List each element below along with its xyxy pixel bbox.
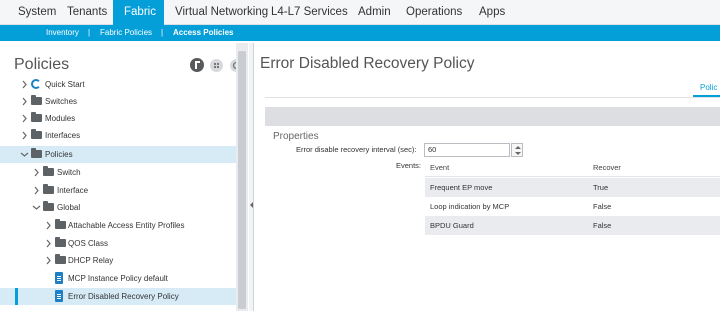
- folder-icon: [43, 201, 54, 211]
- subnav-separator: |: [88, 28, 91, 37]
- chevron-up-icon[interactable]: [515, 146, 521, 149]
- tree-item-label: Policies: [45, 150, 73, 159]
- recover-cell: False: [593, 221, 612, 230]
- tree-item-switches[interactable]: Switches: [0, 93, 236, 110]
- pane-splitter[interactable]: [249, 43, 254, 311]
- tree-item-global[interactable]: Global: [0, 199, 236, 216]
- quick-start-icon: [31, 79, 41, 89]
- tab-policy[interactable]: Polic: [700, 83, 717, 92]
- folder-icon: [55, 237, 66, 247]
- folder-icon: [43, 166, 54, 176]
- folder-icon: [31, 129, 42, 139]
- top-navigation-bar: System Tenants Fabric Virtual Networking…: [0, 0, 720, 26]
- chevron-right-icon[interactable]: [45, 221, 52, 230]
- nav-tab-virtual-networking[interactable]: Virtual Networking: [175, 0, 268, 25]
- folder-icon: [31, 148, 42, 158]
- tree-item-label: Modules: [45, 114, 76, 123]
- chevron-right-icon[interactable]: [21, 114, 28, 123]
- toolbar-strip: [265, 107, 720, 126]
- tree-item-label: Switches: [45, 97, 78, 106]
- nav-tab-admin[interactable]: Admin: [358, 0, 391, 25]
- nav-tab-tenants[interactable]: Tenants: [67, 0, 107, 25]
- chevron-right-icon[interactable]: [45, 256, 52, 265]
- tree-item-error-disabled-recovery-policy[interactable]: Error Disabled Recovery Policy: [0, 288, 236, 305]
- tree-item-policies[interactable]: Policies: [0, 146, 236, 163]
- table-row[interactable]: BPDU Guard False: [425, 216, 720, 235]
- event-cell: Frequent EP move: [430, 183, 493, 192]
- column-header-recover[interactable]: Recover: [593, 158, 621, 177]
- chevron-right-icon[interactable]: [21, 80, 28, 89]
- selection-indicator: [15, 288, 18, 305]
- tree-item-label: MCP Instance Policy default: [68, 274, 168, 283]
- nav-tab-system[interactable]: System: [18, 0, 56, 25]
- nav-tab-operations[interactable]: Operations: [406, 0, 462, 25]
- folder-icon: [55, 254, 66, 264]
- recovery-interval-label: Error disable recovery interval (sec):: [296, 145, 417, 154]
- table-row[interactable]: Loop indication by MCP False: [425, 197, 720, 216]
- chevron-right-icon[interactable]: [33, 186, 40, 195]
- tree-item-label: QOS Class: [68, 239, 109, 248]
- nav-tab-apps[interactable]: Apps: [479, 0, 505, 25]
- navigation-pane: Policies Quick Start Switches Modules In…: [0, 43, 248, 311]
- account-circle-icon[interactable]: [190, 58, 204, 72]
- event-cell: Loop indication by MCP: [430, 202, 510, 211]
- folder-icon: [31, 95, 42, 105]
- tree-item-label: Interfaces: [45, 131, 81, 140]
- tree-item-attachable-access-entity-profiles[interactable]: Attachable Access Entity Profiles: [0, 217, 236, 234]
- tab-divider: [265, 97, 720, 98]
- tree-item-mcp-instance-policy-default[interactable]: MCP Instance Policy default: [0, 270, 236, 287]
- table-row[interactable]: Frequent EP move True: [425, 178, 720, 197]
- tree-scrollbar-thumb[interactable]: [238, 51, 246, 309]
- tree-item-label: Attachable Access Entity Profiles: [68, 221, 185, 230]
- tree-item-interfaces[interactable]: Interfaces: [0, 127, 236, 144]
- policy-doc-icon: [55, 272, 63, 284]
- tree-item-label: Global: [57, 203, 81, 212]
- tree-item-qos-class[interactable]: QOS Class: [0, 235, 236, 252]
- chevron-down-icon[interactable]: [20, 151, 29, 158]
- chevron-right-icon[interactable]: [21, 97, 28, 106]
- page-title: Error Disabled Recovery Policy: [260, 55, 475, 72]
- events-label: Events:: [396, 161, 422, 170]
- recover-cell: True: [593, 183, 609, 192]
- pane-title: Policies: [14, 56, 70, 73]
- settings-grid-icon[interactable]: [210, 59, 223, 72]
- tree-item-quick-start[interactable]: Quick Start: [0, 76, 236, 93]
- recovery-interval-stepper[interactable]: [511, 143, 523, 157]
- recovery-interval-input[interactable]: 60: [424, 143, 510, 157]
- nav-tab-fabric[interactable]: Fabric: [113, 0, 164, 26]
- collapse-arrow-icon[interactable]: [250, 202, 253, 208]
- folder-icon: [43, 184, 54, 194]
- tree-item-label: Error Disabled Recovery Policy: [68, 292, 179, 301]
- recover-cell: False: [593, 202, 612, 211]
- work-pane: Error Disabled Recovery Policy Polic Pro…: [255, 43, 720, 311]
- subnav-inventory[interactable]: Inventory: [46, 25, 79, 41]
- tree-item-modules[interactable]: Modules: [0, 110, 236, 127]
- column-header-event[interactable]: Event: [430, 158, 449, 177]
- tree-item-label: DHCP Relay: [68, 256, 114, 265]
- chevron-down-icon[interactable]: [32, 204, 41, 211]
- sub-navigation-bar: Inventory | Fabric Policies | Access Pol…: [0, 25, 720, 41]
- chevron-right-icon[interactable]: [21, 131, 28, 140]
- tree-item-label: Quick Start: [45, 80, 85, 89]
- tree-item-label: Interface: [57, 186, 89, 195]
- subnav-separator: |: [161, 28, 164, 37]
- chevron-down-icon[interactable]: [515, 152, 521, 155]
- tree-item-switch[interactable]: Switch: [0, 164, 236, 181]
- chevron-right-icon[interactable]: [33, 168, 40, 177]
- subnav-fabric-policies[interactable]: Fabric Policies: [100, 25, 152, 41]
- policy-doc-icon: [55, 290, 63, 302]
- event-cell: BPDU Guard: [430, 221, 474, 230]
- tree-item-interface[interactable]: Interface: [0, 182, 236, 199]
- tree-item-label: Switch: [57, 168, 81, 177]
- folder-icon: [31, 112, 42, 122]
- properties-heading: Properties: [273, 131, 319, 142]
- tree-item-dhcp-relay[interactable]: DHCP Relay: [0, 252, 236, 269]
- nav-tab-l4-l7-services[interactable]: L4-L7 Services: [271, 0, 348, 25]
- table-header-row: Event Recover: [425, 158, 720, 177]
- chevron-right-icon[interactable]: [45, 239, 52, 248]
- folder-icon: [55, 219, 66, 229]
- subnav-access-policies[interactable]: Access Policies: [173, 25, 233, 41]
